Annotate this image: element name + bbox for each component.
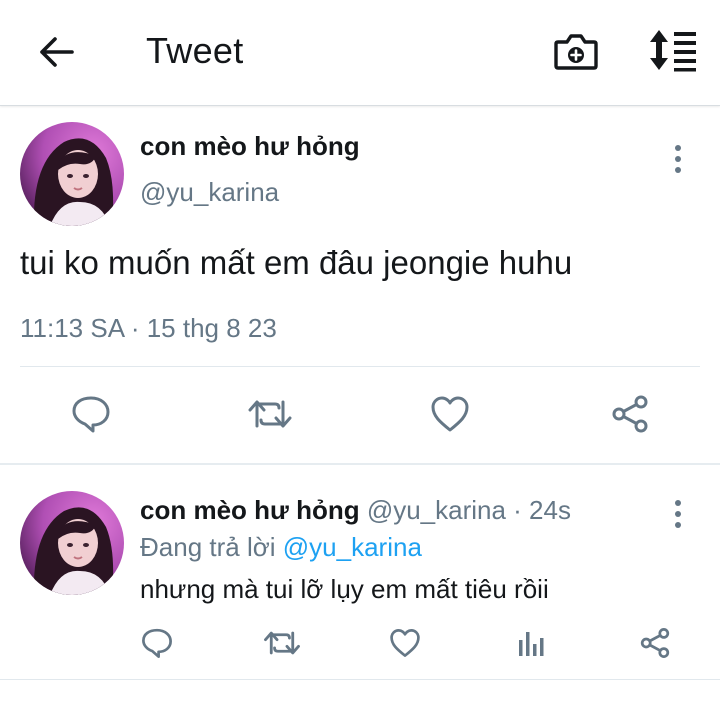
more-options-button[interactable] <box>666 142 690 176</box>
reply-button[interactable] <box>64 389 118 439</box>
camera-button[interactable] <box>552 28 600 74</box>
app-header: Tweet <box>0 0 720 106</box>
reply-icon <box>142 628 172 658</box>
share-icon <box>640 628 670 658</box>
retweet-button[interactable] <box>243 389 297 439</box>
sort-button[interactable] <box>645 28 699 72</box>
avatar[interactable] <box>20 122 124 226</box>
back-button[interactable] <box>34 32 78 72</box>
more-dot <box>675 145 681 151</box>
handle-time: @yu_karina · 24s <box>359 495 571 525</box>
display-name[interactable]: con mèo hư hỏng <box>140 131 360 162</box>
more-dot <box>675 511 681 517</box>
more-options-button[interactable] <box>666 497 690 531</box>
divider <box>0 679 720 680</box>
camera-plus-icon <box>554 34 598 70</box>
replying-to-link[interactable]: @yu_karina <box>283 532 422 562</box>
main-tweet: con mèo hư hỏng @yu_karina tui ko muốn m… <box>0 107 720 463</box>
more-dot <box>675 500 681 506</box>
share-icon <box>612 395 648 433</box>
retweet-icon <box>264 631 300 655</box>
more-dot <box>675 156 681 162</box>
analytics-button[interactable] <box>510 623 552 663</box>
more-dot <box>675 522 681 528</box>
replying-to: Đang trả lời @yu_karina <box>140 532 422 563</box>
reply-icon <box>72 396 110 433</box>
sort-list-icon <box>650 30 696 72</box>
reply-tweet[interactable]: con mèo hư hỏng @yu_karina · 24s Đang tr… <box>0 465 720 679</box>
tweet-text: nhưng mà tui lỡ lụy em mất tiêu rồii <box>140 574 549 604</box>
analytics-icon <box>519 632 544 656</box>
like-button[interactable] <box>423 389 477 439</box>
tweet-timestamp[interactable]: 11:13 SA · 15 thg 8 23 <box>20 313 277 344</box>
page-title: Tweet <box>146 30 244 71</box>
tweet-text: tui ko muốn mất em đâu jeongie huhu <box>20 244 573 281</box>
retweet-icon <box>248 400 292 428</box>
like-icon <box>390 629 420 657</box>
divider <box>20 366 700 367</box>
replying-prefix: Đang trả lời <box>140 532 283 562</box>
avatar[interactable] <box>20 491 124 595</box>
reply-header: con mèo hư hỏng @yu_karina · 24s <box>140 495 571 526</box>
user-handle[interactable]: @yu_karina <box>140 177 279 208</box>
reply-button[interactable] <box>136 623 178 663</box>
share-button[interactable] <box>603 389 657 439</box>
share-button[interactable] <box>634 623 676 663</box>
like-button[interactable] <box>384 623 426 663</box>
arrow-left-icon <box>40 37 74 67</box>
like-icon <box>431 396 469 432</box>
tweet-actions <box>0 389 720 439</box>
tweet-actions <box>0 623 720 663</box>
display-name[interactable]: con mèo hư hỏng <box>140 495 360 525</box>
retweet-button[interactable] <box>260 623 304 663</box>
more-dot <box>675 167 681 173</box>
